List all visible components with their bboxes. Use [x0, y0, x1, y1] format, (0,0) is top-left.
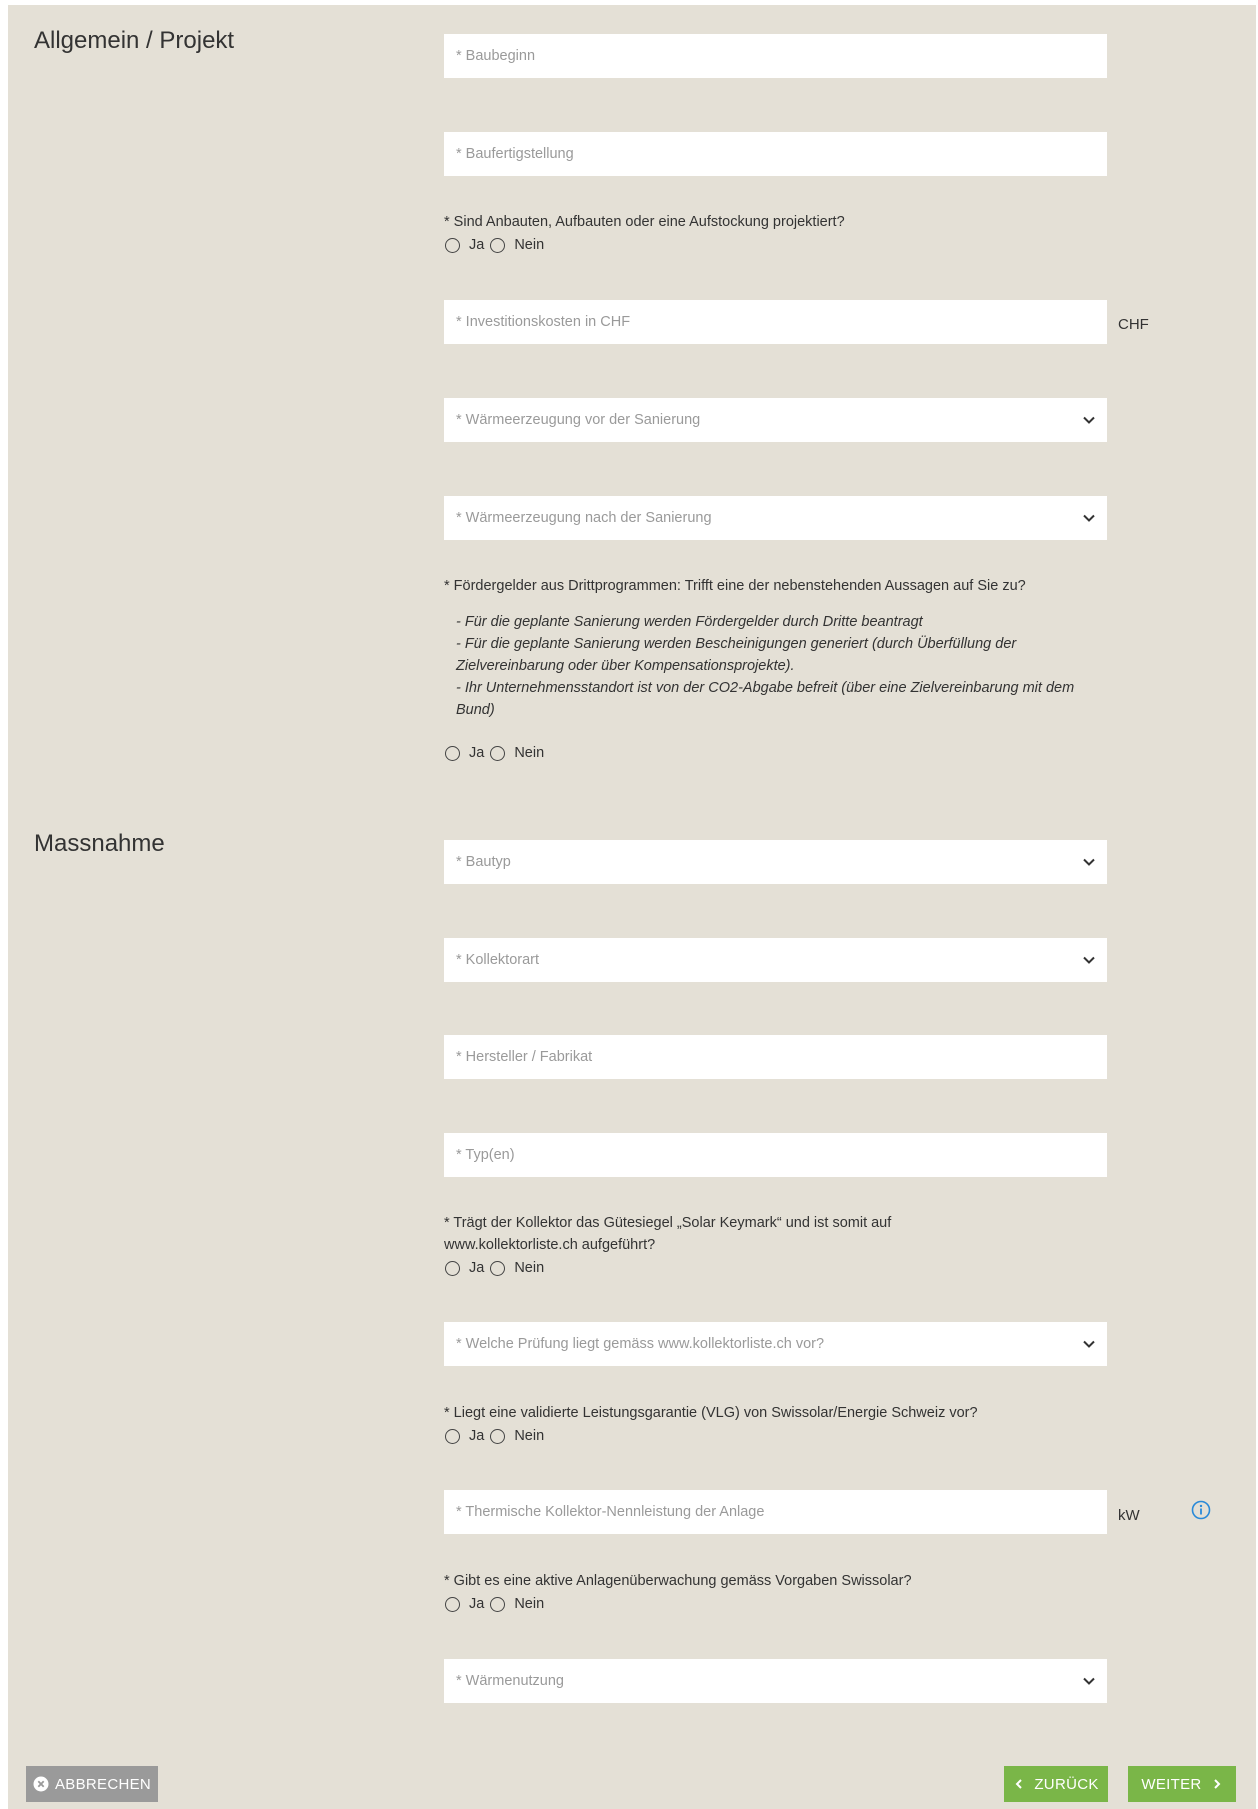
chevron-down-icon	[1083, 1340, 1095, 1348]
radio-yes-label: Ja	[469, 237, 485, 253]
anbauten-radio-yes[interactable]	[445, 237, 460, 253]
investitionskosten-placeholder: * Investitionskosten in CHF	[456, 314, 631, 330]
foerder-note-2: - Für die geplante Sanierung werden Besc…	[456, 636, 1017, 652]
radio-no-label: Nein	[514, 1428, 545, 1444]
ueberwachung-radio-no[interactable]	[490, 1596, 506, 1612]
vlg-radio-no[interactable]	[490, 1428, 506, 1444]
next-button-label: WEITER	[1141, 1775, 1202, 1793]
radio-yes-label: Ja	[469, 1260, 485, 1276]
foerder-radio-no[interactable]	[490, 745, 506, 761]
hersteller-field[interactable]: * Hersteller / Fabrikat	[444, 1035, 1107, 1079]
radio-no-label: Nein	[514, 745, 545, 761]
foerdergelder-question: * Fördergelder aus Drittprogrammen: Trif…	[444, 578, 1026, 594]
chevron-left-icon	[1015, 1779, 1023, 1789]
guetesiegel-question-line2: www.kollektorliste.ch aufgeführt?	[444, 1237, 656, 1253]
kollektorart-placeholder: * Kollektorart	[456, 952, 540, 968]
guetesiegel-question-line1: * Trägt der Kollektor das Gütesiegel „So…	[444, 1215, 892, 1231]
foerder-radio-yes[interactable]	[445, 745, 460, 761]
baubeginn-field[interactable]: * Baubeginn	[444, 34, 1107, 78]
radio-yes-label: Ja	[469, 745, 485, 761]
waerme-vor-placeholder: * Wärmeerzeugung vor der Sanierung	[456, 412, 701, 428]
nennleistung-unit: kW	[1118, 1507, 1140, 1524]
pruefung-placeholder: * Welche Prüfung liegt gemäss www.kollek…	[456, 1336, 825, 1352]
radio-no-label: Nein	[514, 1260, 545, 1276]
kollektorart-select[interactable]: * Kollektorart	[444, 938, 1107, 982]
foerder-note-3: Zielvereinbarung oder über Kompensations…	[456, 658, 795, 674]
next-button[interactable]: WEITER	[1128, 1766, 1236, 1802]
chevron-down-icon	[1083, 956, 1095, 964]
pruefung-select[interactable]: * Welche Prüfung liegt gemäss www.kollek…	[444, 1322, 1107, 1366]
anbauten-question: * Sind Anbauten, Aufbauten oder eine Auf…	[444, 214, 845, 230]
hersteller-placeholder: * Hersteller / Fabrikat	[456, 1049, 593, 1065]
guetesiegel-radio-group: Ja Nein	[445, 1260, 550, 1276]
typen-field[interactable]: * Typ(en)	[444, 1133, 1107, 1177]
foerder-note-5: Bund)	[456, 702, 495, 718]
ueberwachung-radio-yes[interactable]	[445, 1596, 460, 1612]
waermenutzung-placeholder: * Wärmenutzung	[456, 1673, 564, 1689]
radio-yes-label: Ja	[469, 1596, 485, 1612]
foerder-note-4: - Ihr Unternehmensstandort ist von der C…	[456, 680, 1075, 696]
radio-yes-label: Ja	[469, 1428, 485, 1444]
bautyp-placeholder: * Bautyp	[456, 854, 511, 870]
cancel-button-label: ABBRECHEN	[54, 1775, 152, 1793]
radio-no-label: Nein	[514, 237, 545, 253]
baufertigstellung-placeholder: * Baufertigstellung	[456, 146, 574, 162]
nennleistung-field[interactable]: * Thermische Kollektor-Nennleistung der …	[444, 1490, 1107, 1534]
close-circle-icon	[33, 1776, 49, 1792]
investitionskosten-field[interactable]: * Investitionskosten in CHF	[444, 300, 1107, 344]
vlg-radio-group: Ja Nein	[445, 1428, 550, 1444]
chevron-right-icon	[1213, 1779, 1220, 1789]
back-button-label: ZURÜCK	[1034, 1775, 1099, 1793]
radio-no-label: Nein	[514, 1596, 545, 1612]
waermenutzung-select[interactable]: * Wärmenutzung	[444, 1659, 1107, 1703]
guetesiegel-radio-yes[interactable]	[445, 1260, 460, 1276]
chevron-down-icon	[1083, 858, 1095, 866]
chevron-down-icon	[1083, 1677, 1095, 1685]
guetesiegel-radio-no[interactable]	[490, 1260, 506, 1276]
foerder-note-1: - Für die geplante Sanierung werden Förd…	[456, 614, 923, 630]
chevron-down-icon	[1083, 514, 1095, 522]
info-icon[interactable]	[1191, 1500, 1211, 1520]
nennleistung-placeholder: * Thermische Kollektor-Nennleistung der …	[456, 1504, 765, 1520]
section-title-general: Allgemein / Projekt	[34, 27, 235, 54]
anbauten-radio-group: Ja Nein	[445, 237, 550, 253]
form-panel: Allgemein / Projekt * Baubeginn * Baufer…	[8, 5, 1256, 1809]
section-title-measure: Massnahme	[34, 830, 165, 857]
baubeginn-placeholder: * Baubeginn	[456, 48, 536, 64]
baufertigstellung-field[interactable]: * Baufertigstellung	[444, 132, 1107, 176]
typen-placeholder: * Typ(en)	[456, 1147, 515, 1163]
waerme-nach-select[interactable]: * Wärmeerzeugung nach der Sanierung	[444, 496, 1107, 540]
back-button[interactable]: ZURÜCK	[1004, 1766, 1108, 1802]
investitionskosten-unit: CHF	[1118, 316, 1149, 333]
ueberwachung-radio-group: Ja Nein	[445, 1596, 550, 1612]
foerder-radio-group: Ja Nein	[445, 745, 550, 761]
vlg-radio-yes[interactable]	[445, 1428, 460, 1444]
anbauten-radio-no[interactable]	[490, 237, 506, 253]
bautyp-select[interactable]: * Bautyp	[444, 840, 1107, 884]
waerme-nach-placeholder: * Wärmeerzeugung nach der Sanierung	[456, 510, 712, 526]
cancel-button[interactable]: ABBRECHEN	[26, 1766, 158, 1802]
vlg-question: * Liegt eine validierte Leistungsgaranti…	[444, 1405, 978, 1421]
ueberwachung-question: * Gibt es eine aktive Anlagenüberwachung…	[444, 1573, 912, 1589]
chevron-down-icon	[1083, 416, 1095, 424]
waerme-vor-select[interactable]: * Wärmeerzeugung vor der Sanierung	[444, 398, 1107, 442]
